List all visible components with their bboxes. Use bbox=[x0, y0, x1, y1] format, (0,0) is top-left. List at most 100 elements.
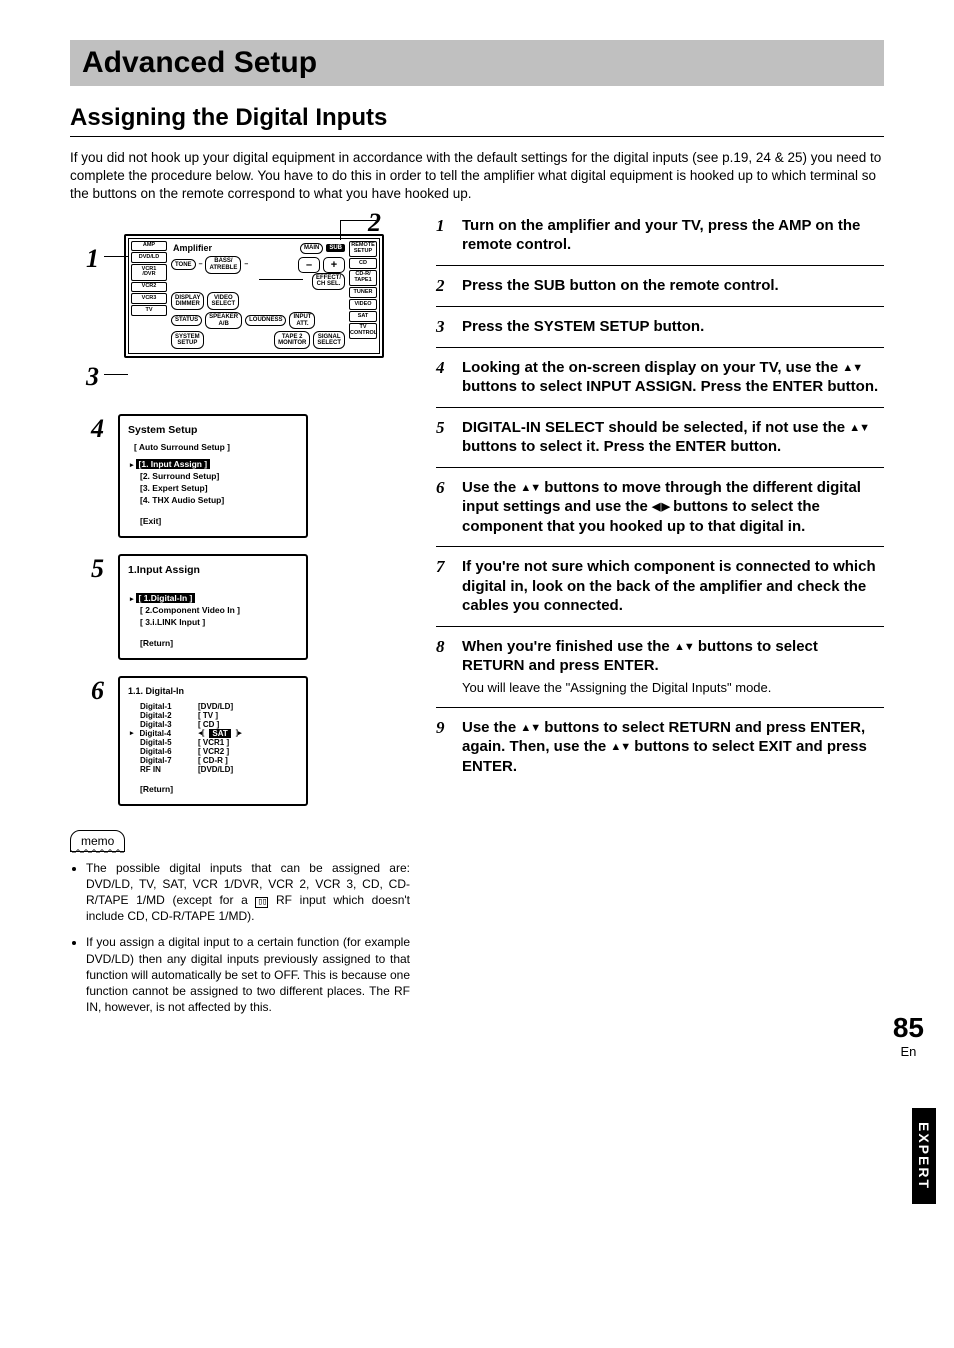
main-pill: MAIN bbox=[300, 243, 323, 254]
remote-cd: CD bbox=[349, 258, 377, 269]
step-5: 5 DIGITAL-IN SELECT should be selected, … bbox=[436, 408, 884, 468]
osd5-item-1: [ 1.Digital-In ] bbox=[140, 592, 298, 604]
remote-diagram: 2 1 3 AMP DVD/LD VCR1 /DVR VCR2 VCR3 TV bbox=[70, 214, 410, 392]
osd4-item-2: [2. Surround Setup] bbox=[140, 470, 298, 482]
speaker-ab: SPEAKER A/B bbox=[205, 312, 242, 330]
side-tab-expert: EXPERT bbox=[912, 1108, 936, 1204]
step7-text: If you're not sure which component is co… bbox=[462, 557, 884, 616]
osd6-table: Digital-1[DVD/LD] Digital-2[ TV ] Digita… bbox=[140, 702, 298, 774]
step5-num: 5 bbox=[436, 418, 452, 457]
page-title: Advanced Setup bbox=[82, 46, 872, 80]
step7-num: 7 bbox=[436, 557, 452, 616]
plus-button: + bbox=[323, 257, 345, 273]
step-9: 9 Use the ▲▼ buttons to select RETURN an… bbox=[436, 708, 884, 787]
remote-amp: AMP bbox=[131, 241, 167, 252]
amplifier-label: Amplifier bbox=[171, 243, 212, 253]
step-3: 3 Press the SYSTEM SETUP button. bbox=[436, 307, 884, 348]
tone-btn: TONE bbox=[171, 259, 196, 270]
remote-tuner: TUNER bbox=[349, 287, 377, 298]
callout-1: 1 bbox=[86, 244, 99, 274]
leftright-icon: ◀ ▶ bbox=[652, 501, 669, 513]
step6-num: 6 bbox=[436, 478, 452, 537]
tape2-monitor: TAPE 2 MONITOR bbox=[274, 331, 310, 349]
step2-text: Press the SUB button on the remote contr… bbox=[462, 276, 884, 296]
remote-tv: TV bbox=[131, 305, 167, 316]
step1-text: Turn on the amplifier and your TV, press… bbox=[462, 216, 884, 255]
osd-screen-6: 6 1.1. Digital-In Digital-1[DVD/LD] Digi… bbox=[70, 676, 410, 806]
osd4-title: System Setup bbox=[128, 424, 298, 436]
memo-bullet-1: The possible digital inputs that can be … bbox=[86, 860, 410, 925]
step9-num: 9 bbox=[436, 718, 452, 777]
step2-num: 2 bbox=[436, 276, 452, 296]
steps-column: 1 Turn on the amplifier and your TV, pre… bbox=[436, 214, 884, 1026]
remote-left-column: AMP DVD/LD VCR1 /DVR VCR2 VCR3 TV bbox=[131, 241, 167, 351]
osd4-item-4: [4. THX Audio Setup] bbox=[140, 494, 298, 506]
osd4-sub: [ Auto Surround Setup ] bbox=[134, 442, 298, 452]
osd-screen-4: 4 System Setup [ Auto Surround Setup ] [… bbox=[70, 414, 410, 538]
remote-vcr1: VCR1 /DVR bbox=[131, 264, 167, 281]
osd4-num: 4 bbox=[70, 414, 104, 444]
remote-right-column: REMOTE SETUP CD CD-R/ TAPE1 TUNER VIDEO … bbox=[349, 241, 377, 351]
step8-text: When you're finished use the ▲▼ buttons … bbox=[462, 637, 884, 697]
updown-icon: ▲▼ bbox=[610, 741, 630, 753]
osd4-item-1: [1. Input Assign ] bbox=[140, 458, 298, 470]
osd6-num: 6 bbox=[70, 676, 104, 706]
input-att: INPUT ATT. bbox=[289, 312, 315, 330]
step8-num: 8 bbox=[436, 637, 452, 697]
step8-subtext: You will leave the "Assigning the Digita… bbox=[462, 680, 884, 697]
step-8: 8 When you're finished use the ▲▼ button… bbox=[436, 627, 884, 708]
osd5-num: 5 bbox=[70, 554, 104, 584]
minus-button: – bbox=[298, 257, 320, 273]
remote-cdr: CD-R/ TAPE1 bbox=[349, 270, 377, 287]
step9-text: Use the ▲▼ buttons to select RETURN and … bbox=[462, 718, 884, 777]
remote-dvdld: DVD/LD bbox=[131, 252, 167, 263]
loudness-btn: LOUDNESS bbox=[245, 315, 286, 326]
osd5-exit: [Return] bbox=[140, 638, 298, 648]
title-bar: Advanced Setup bbox=[70, 40, 884, 86]
status-btn: STATUS bbox=[171, 315, 202, 326]
step4-text: Looking at the on-screen display on your… bbox=[462, 358, 884, 397]
step-6: 6 Use the ▲▼ buttons to move through the… bbox=[436, 468, 884, 548]
remote-setup: REMOTE SETUP bbox=[349, 241, 377, 258]
display-dimmer: DISPLAY DIMMER bbox=[171, 292, 204, 310]
step1-num: 1 bbox=[436, 216, 452, 255]
remote-sat: SAT bbox=[349, 311, 377, 322]
remote-video: VIDEO bbox=[349, 299, 377, 310]
step5-text: DIGITAL-IN SELECT should be selected, if… bbox=[462, 418, 884, 457]
osd6-exit: [Return] bbox=[140, 784, 298, 794]
step6-text: Use the ▲▼ buttons to move through the d… bbox=[462, 478, 884, 537]
updown-icon: ▲▼ bbox=[842, 362, 862, 374]
osd5-item-2: [ 2.Component Video In ] bbox=[140, 604, 298, 616]
step3-text: Press the SYSTEM SETUP button. bbox=[462, 317, 884, 337]
signal-select: SIGNAL SELECT bbox=[313, 331, 345, 349]
video-select: VIDEO SELECT bbox=[207, 292, 239, 310]
memo-bullet-2: If you assign a digital input to a certa… bbox=[86, 934, 410, 1015]
osd5-title: 1.Input Assign bbox=[128, 564, 298, 576]
memo-bullets: The possible digital inputs that can be … bbox=[70, 860, 410, 1016]
effect-btn: EFFECT/ CH SEL. bbox=[312, 273, 345, 291]
osd6-title: 1.1. Digital-In bbox=[128, 686, 298, 696]
osd4-exit: [Exit] bbox=[140, 516, 298, 526]
dolby-icon: ▯▯ bbox=[255, 897, 268, 908]
step-2: 2 Press the SUB button on the remote con… bbox=[436, 266, 884, 307]
system-setup-btn: SYSTEM SETUP bbox=[171, 331, 204, 349]
step-1: 1 Turn on the amplifier and your TV, pre… bbox=[436, 214, 884, 266]
remote-center: Amplifier MAIN SUB TONE – BASS/ ATREBLE … bbox=[169, 241, 347, 351]
remote-vcr3: VCR3 bbox=[131, 293, 167, 304]
bass-btn: BASS/ ATREBLE bbox=[205, 256, 241, 274]
page-number: 85 En bbox=[893, 1012, 924, 1059]
remote-tvcontrol: TV CONTROL bbox=[349, 323, 377, 340]
updown-icon: ▲▼ bbox=[849, 422, 869, 434]
step4-num: 4 bbox=[436, 358, 452, 397]
updown-icon: ▲▼ bbox=[674, 641, 694, 653]
section-title: Assigning the Digital Inputs bbox=[70, 104, 884, 137]
step-7: 7 If you're not sure which component is … bbox=[436, 547, 884, 627]
sub-pill: SUB bbox=[326, 244, 345, 252]
step-4: 4 Looking at the on-screen display on yo… bbox=[436, 348, 884, 408]
osd4-item-3: [3. Expert Setup] bbox=[140, 482, 298, 494]
updown-icon: ▲▼ bbox=[520, 482, 540, 494]
callout-3: 3 bbox=[86, 362, 99, 392]
remote-vcr2: VCR2 bbox=[131, 282, 167, 293]
updown-icon: ▲▼ bbox=[520, 722, 540, 734]
step3-num: 3 bbox=[436, 317, 452, 337]
